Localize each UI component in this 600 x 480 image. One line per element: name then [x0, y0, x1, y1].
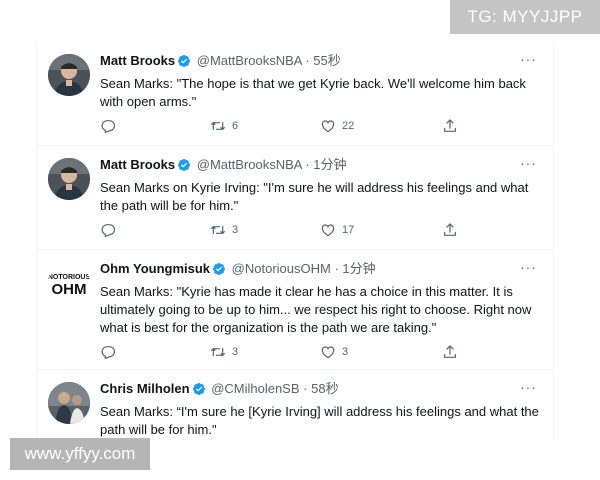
tweet-time[interactable]: 58秒	[311, 381, 338, 396]
more-options-icon[interactable]: ···	[520, 52, 537, 66]
tweet-header: Chris Milholen @CMilholenSB · 58秒	[100, 380, 539, 401]
separator: ·	[305, 157, 310, 172]
author-name[interactable]: Chris Milholen	[100, 381, 190, 396]
svg-text:OHM: OHM	[52, 281, 87, 298]
author-handle[interactable]: @NotoriousOHM	[232, 261, 331, 276]
like-button[interactable]: 17	[320, 220, 442, 240]
verified-badge-icon	[177, 158, 191, 177]
share-button[interactable]	[442, 342, 462, 362]
person-photo-icon	[48, 382, 90, 424]
share-icon	[444, 223, 456, 236]
verified-badge-icon	[192, 382, 206, 401]
like-count: 22	[342, 120, 355, 132]
verified-badge-icon	[177, 54, 191, 73]
more-options-icon[interactable]: ···	[520, 380, 537, 394]
like-button[interactable]: 3	[320, 342, 442, 362]
tweet-header: Ohm Youngmisuk @NotoriousOHM · 1分钟	[100, 260, 539, 281]
tweet-time[interactable]: 55秒	[313, 53, 340, 68]
tweet[interactable]: ··· Matt Brooks @MattBrooksNBA · 1分钟 Sea…	[37, 146, 553, 250]
tweet-text: Sean Marks on Kyrie Irving: "I'm sure he…	[100, 180, 529, 213]
retweet-icon	[210, 121, 226, 131]
author-name[interactable]: Matt Brooks	[100, 53, 175, 68]
watermark-top: TG: MYYJJPP	[450, 0, 600, 34]
page: ··· Matt Brooks @MattBrooksNBA · 55秒 Sea…	[0, 0, 600, 480]
like-count: 17	[342, 224, 355, 236]
heart-icon	[321, 224, 335, 237]
tweet[interactable]: NOTORIOUS OHM ··· Ohm Youngmisuk @Notori…	[37, 250, 553, 370]
author-name[interactable]: Matt Brooks	[100, 157, 175, 172]
avatar[interactable]	[48, 382, 90, 424]
separator: ·	[305, 53, 310, 68]
author-handle[interactable]: @MattBrooksNBA	[197, 53, 302, 68]
separator: ·	[334, 261, 339, 276]
notorious-ohm-logo-icon: NOTORIOUS OHM	[48, 262, 90, 304]
tweet-actions: 3 17	[100, 220, 493, 240]
retweet-button[interactable]: 6	[210, 116, 320, 136]
watermark-bottom: www.yffyy.com	[10, 438, 150, 470]
tweet-time[interactable]: 1分钟	[342, 261, 375, 276]
reply-button[interactable]	[100, 342, 210, 362]
share-button[interactable]	[442, 220, 462, 240]
person-photo-icon	[48, 158, 90, 200]
reply-icon	[101, 346, 115, 360]
author-name[interactable]: Ohm Youngmisuk	[100, 261, 210, 276]
retweet-icon	[210, 225, 226, 235]
separator: ·	[303, 381, 308, 396]
retweet-count: 3	[232, 346, 239, 358]
svg-text:NOTORIOUS: NOTORIOUS	[48, 274, 90, 281]
avatar[interactable]	[48, 158, 90, 200]
retweet-button[interactable]: 3	[210, 220, 320, 240]
tweet-text: Sean Marks: "Kyrie has made it clear he …	[100, 284, 532, 335]
tweet-feed: ··· Matt Brooks @MattBrooksNBA · 55秒 Sea…	[36, 42, 554, 440]
heart-icon	[321, 346, 335, 359]
tweet-time[interactable]: 1分钟	[313, 157, 346, 172]
tweet-header: Matt Brooks @MattBrooksNBA · 55秒	[100, 52, 539, 73]
author-handle[interactable]: @MattBrooksNBA	[197, 157, 302, 172]
share-button[interactable]	[442, 116, 462, 136]
more-options-icon[interactable]: ···	[520, 260, 537, 274]
tweet-actions: 3 3	[100, 342, 493, 362]
heart-icon	[321, 120, 335, 133]
reply-button[interactable]	[100, 220, 210, 240]
retweet-button[interactable]: 3	[210, 342, 320, 362]
person-photo-icon	[48, 54, 90, 96]
share-icon	[444, 345, 456, 358]
tweet-header: Matt Brooks @MattBrooksNBA · 1分钟	[100, 156, 539, 177]
more-options-icon[interactable]: ···	[520, 156, 537, 170]
retweet-icon	[210, 347, 226, 357]
like-button[interactable]: 22	[320, 116, 442, 136]
tweet[interactable]: ··· Matt Brooks @MattBrooksNBA · 55秒 Sea…	[37, 42, 553, 146]
avatar[interactable]: NOTORIOUS OHM	[48, 262, 90, 304]
like-count: 3	[342, 346, 349, 358]
tweet-text: Sean Marks: “I'm sure he [Kyrie Irving] …	[100, 404, 539, 437]
reply-icon	[101, 224, 115, 238]
reply-button[interactable]	[100, 116, 210, 136]
verified-badge-icon	[212, 262, 226, 281]
avatar[interactable]	[48, 54, 90, 96]
tweet[interactable]: ··· Chris Milholen @CMilholenSB · 58秒 Se…	[37, 370, 553, 440]
reply-icon	[101, 120, 115, 134]
retweet-count: 3	[232, 224, 239, 236]
retweet-count: 6	[232, 120, 239, 132]
tweet-text: Sean Marks: "The hope is that we get Kyr…	[100, 76, 526, 109]
share-icon	[444, 119, 456, 132]
author-handle[interactable]: @CMilholenSB	[211, 381, 299, 396]
tweet-actions: 6 22	[100, 116, 493, 136]
